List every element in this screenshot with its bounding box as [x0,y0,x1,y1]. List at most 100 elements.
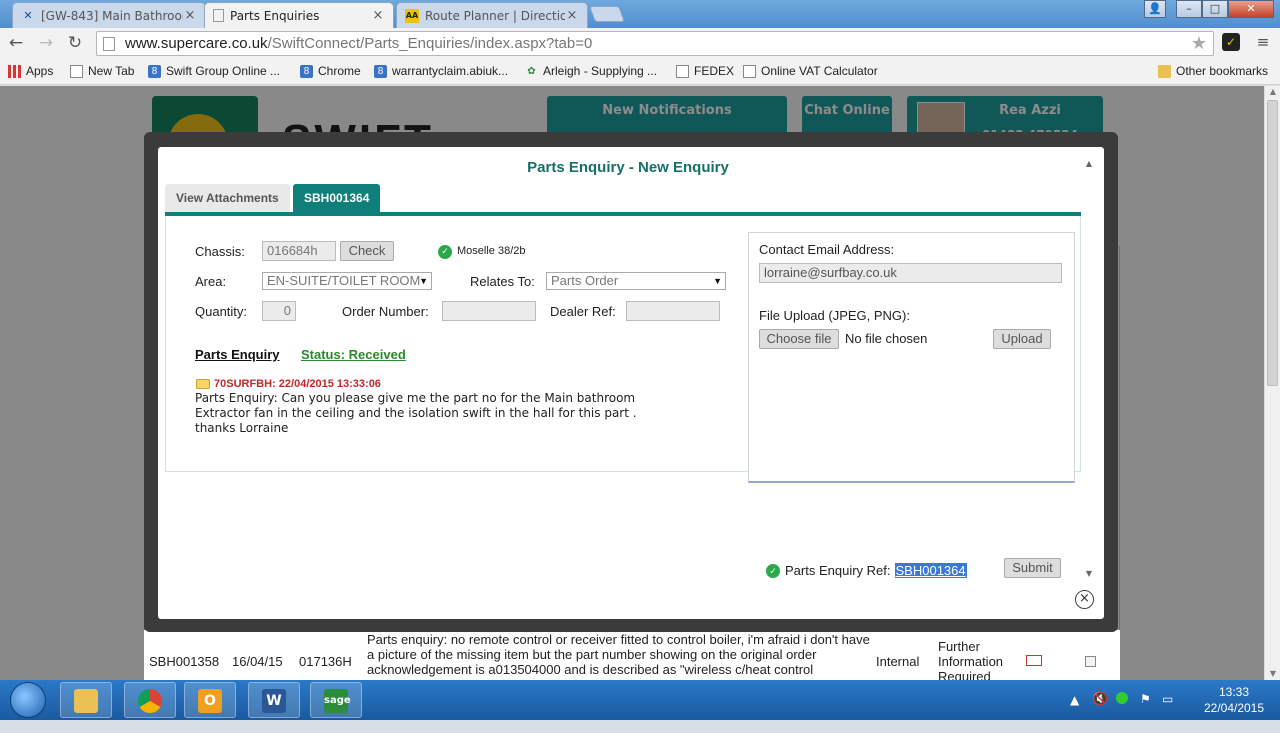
new-tab-button[interactable] [589,6,625,22]
page-icon [213,9,224,22]
sage-icon: sage [324,689,351,713]
other-bookmarks[interactable]: Other bookmarks [1158,62,1268,80]
url-host: www.supercare.co.uk [125,35,268,52]
menu-icon[interactable]: ≡ [1255,33,1271,51]
g8-icon: 8 [148,64,161,78]
relates-label: Relates To: [470,274,535,289]
close-tab-icon[interactable]: × [183,8,197,23]
file-upload-label: File Upload (JPEG, PNG): [759,308,910,323]
flag-icon[interactable]: ⚑ [1140,692,1151,732]
dealer-ref-field[interactable] [626,301,720,321]
check-button[interactable]: Check [340,241,394,261]
enquiry-ref: ✓ Parts Enquiry Ref: SBH001364 [766,563,967,578]
quantity-field[interactable]: 0 [262,301,296,321]
taskbar-chrome[interactable] [124,682,176,718]
page-icon [743,64,756,78]
back-arrow-icon[interactable]: ← [4,32,28,54]
jira-icon: ✕ [23,8,33,22]
page-scrollbar[interactable]: ▲ ▼ [1264,86,1280,680]
no-file-text: No file chosen [845,331,928,346]
message-body: Parts Enquiry: Can you please give me th… [195,391,637,435]
chevron-down-icon: ▼ [713,276,722,286]
bookmark-apps[interactable]: Apps [8,62,53,80]
reload-icon[interactable]: ↻ [63,32,87,54]
minimize-button[interactable]: – [1176,0,1202,18]
aa-icon: AA [405,8,419,23]
tab-gw-843[interactable]: ✕ [GW-843] Main Bathroom × [12,2,206,28]
folder-icon [74,689,98,713]
tab-enquiry-ref[interactable]: SBH001364 [293,184,381,213]
taskbar-word[interactable]: W [248,682,300,718]
address-bar[interactable]: www.supercare.co.uk/SwiftConnect/Parts_E… [96,31,1214,56]
forward-arrow-icon[interactable]: → [34,32,58,54]
envelope-icon[interactable] [1026,655,1042,666]
close-tab-icon[interactable]: × [371,8,385,23]
choose-file-button[interactable]: Choose file [759,329,839,349]
tab-title: Parts Enquiries [230,8,320,23]
bookmark-fedex[interactable]: FEDEX [676,62,734,80]
scroll-thumb[interactable] [1267,100,1278,386]
show-hidden-icons[interactable]: ▲ [1070,693,1079,733]
bookmark-arleigh[interactable]: ✿ Arleigh - Supplying ... [525,62,657,80]
bookmark-warrantyclaim[interactable]: 8 warrantyclaim.abiuk... [374,62,508,80]
area-value: EN-SUITE/TOILET ROOM [267,273,421,288]
ok-icon: ✓ [766,563,780,578]
scroll-up-icon[interactable]: ▲ [1082,159,1096,168]
tab-route-planner[interactable]: AA Route Planner | Directions × [396,2,588,28]
bookmark-new-tab[interactable]: New Tab [70,62,134,80]
close-window-button[interactable]: ✕ [1228,0,1274,18]
ref-value[interactable]: SBH001364 [894,563,967,578]
user-profile-button[interactable]: 👤 [1144,0,1166,18]
start-button[interactable] [10,682,46,718]
row-description: Parts enquiry: no remote control or rece… [367,632,870,677]
bookmark-swift-group[interactable]: 8 Swift Group Online ... [148,62,280,80]
row-type: Internal [876,654,920,669]
relates-select[interactable]: Parts Order ▼ [546,272,726,290]
area-select[interactable]: EN-SUITE/TOILET ROOM ▼ [262,272,432,290]
taskbar-sage[interactable]: sage [310,682,362,718]
close-tab-icon[interactable]: × [565,8,579,23]
volume-icon[interactable]: 🔇 [1092,692,1108,732]
modal-scrollbar[interactable]: ▲ ▼ [1082,155,1096,581]
ref-label: Parts Enquiry Ref: [785,563,891,578]
order-number-field[interactable] [442,301,536,321]
chrome-icon [138,689,162,713]
bookmark-star-icon[interactable]: ★ [1191,33,1207,54]
contact-email-field[interactable]: lorraine@surfbay.co.uk [759,263,1062,283]
scroll-down-icon[interactable]: ▼ [1265,668,1280,680]
submit-button[interactable]: Submit [1004,558,1061,578]
tab-view-attachments[interactable]: View Attachments [165,184,290,213]
bookmark-chrome[interactable]: 8 Chrome [300,62,361,80]
windows-taskbar: O W sage ▲ 🔇 ⚑ ▭ 13:33 22/04/2015 [0,680,1280,720]
taskbar-outlook[interactable]: O [184,682,236,718]
network-icon[interactable] [1116,692,1128,704]
model-name: Moselle 38/2b [457,245,526,257]
chassis-field[interactable]: 016684h [262,241,336,261]
arleigh-icon: ✿ [527,65,536,77]
table-row[interactable]: SBH001358 16/04/15 017136H Parts enquiry… [144,630,1120,680]
extension-icon[interactable]: ✓ [1222,33,1240,51]
tab-title: Route Planner | Directions [425,8,565,23]
clock[interactable]: 13:33 22/04/2015 [1198,684,1270,716]
scroll-down-icon[interactable]: ▼ [1082,569,1096,578]
quantity-label: Quantity: [195,304,248,319]
tab-title: [GW-843] Main Bathroom [41,8,183,23]
area-label: Area: [195,274,227,289]
bookmarks-bar: Apps New Tab 8 Swift Group Online ... 8 Ch… [0,58,1280,85]
parts-enquiry-heading: Parts Enquiry [195,347,280,362]
close-icon[interactable]: × [1075,590,1094,609]
tab-parts-enquiries[interactable]: Parts Enquiries × [204,2,394,28]
bookmark-vat-calculator[interactable]: Online VAT Calculator [743,62,878,80]
display-icon[interactable]: ▭ [1162,692,1173,732]
taskbar-explorer[interactable] [60,682,112,718]
upload-button[interactable]: Upload [993,329,1051,349]
url-path: /SwiftConnect/Parts_Enquiries/index.aspx… [267,35,593,52]
comment-icon [196,379,210,389]
scroll-up-icon[interactable]: ▲ [1265,86,1280,98]
maximize-button[interactable]: □ [1202,0,1228,18]
page-icon [70,64,83,78]
chassis-label: Chassis: [195,244,245,259]
row-checkbox[interactable] [1085,656,1096,667]
folder-icon [1158,64,1171,78]
browser-toolbar: ← → ↻ www.supercare.co.uk/SwiftConnect/P… [0,28,1280,58]
